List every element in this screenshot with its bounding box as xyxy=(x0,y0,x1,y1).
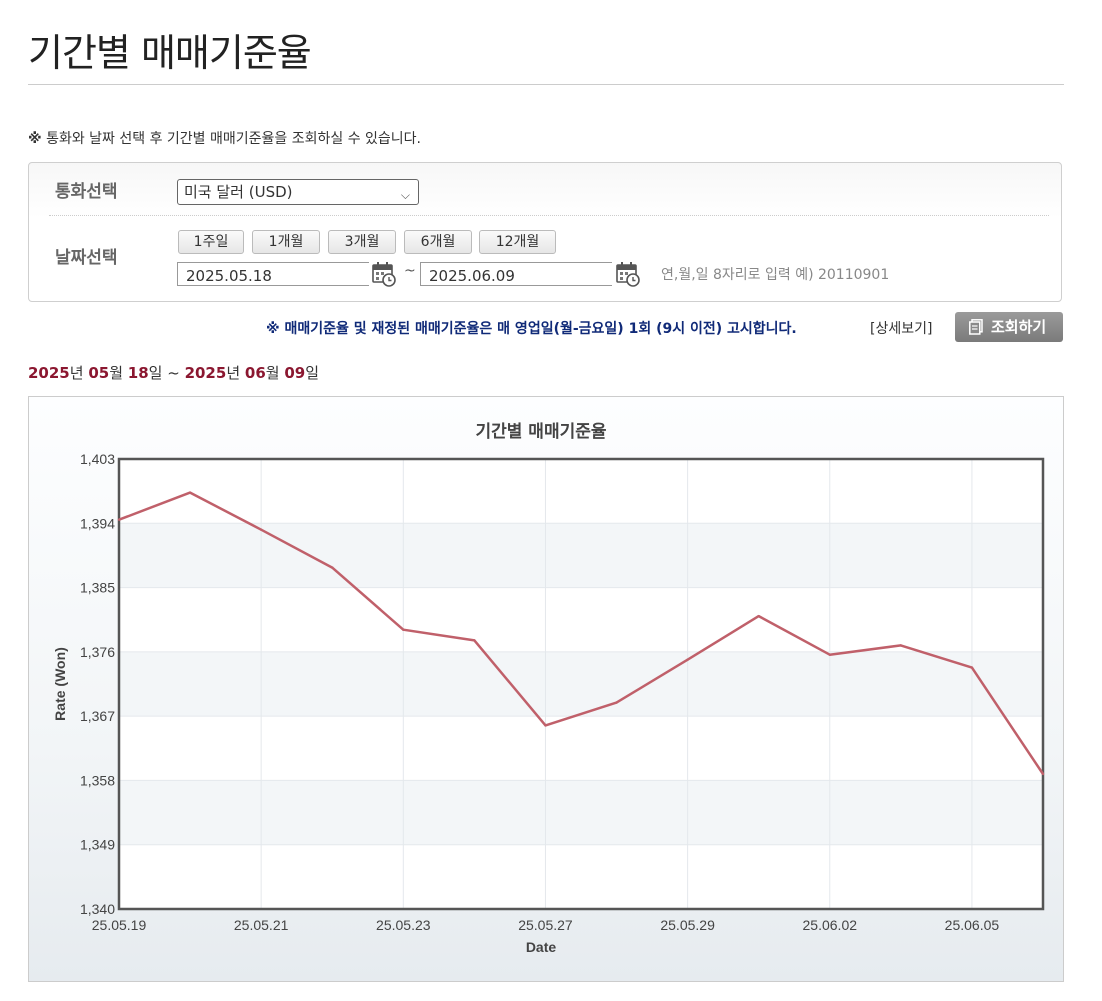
range-start-day: 18 xyxy=(127,364,149,382)
range-unit: 월 xyxy=(265,364,285,382)
range-end-day: 09 xyxy=(284,364,306,382)
data-point xyxy=(544,724,547,727)
data-point xyxy=(899,644,903,647)
range-start-month: 05 xyxy=(88,364,110,382)
data-point xyxy=(188,491,192,494)
data-point xyxy=(1041,772,1045,776)
period-button-1week[interactable]: 1주일 xyxy=(178,230,244,254)
period-button-6month[interactable]: 6개월 xyxy=(404,230,472,254)
range-display: 2025년 05월 18일 ~ 2025년 06월 09일 xyxy=(28,362,319,383)
page-title: 기간별 매매기준율 xyxy=(28,31,312,75)
currency-label: 통화선택 xyxy=(55,182,118,202)
data-point xyxy=(473,639,476,642)
y-tick-label: 1,358 xyxy=(80,772,115,788)
title-divider xyxy=(28,84,1064,85)
y-tick-label: 1,394 xyxy=(80,515,115,531)
data-point xyxy=(259,528,263,531)
date-format-hint: 연,월,일 8자리로 입력 예) 20110901 xyxy=(661,267,890,283)
y-tick-label: 1,340 xyxy=(80,901,115,917)
range-end-month: 06 xyxy=(244,364,266,382)
y-tick-label: 1,349 xyxy=(80,837,115,853)
data-point xyxy=(757,614,760,618)
document-icon xyxy=(969,319,983,335)
period-button-1month[interactable]: 1개월 xyxy=(252,230,320,254)
rate-chart-svg: 1,340 1,349 1,358 1,367 1,376 1,385 1,394 1,403… xyxy=(52,422,1045,955)
range-unit: 일 xyxy=(305,364,320,382)
calendar-icon[interactable] xyxy=(615,261,641,287)
period-button-12month[interactable]: 12개월 xyxy=(479,230,556,254)
y-tick-label: 1,385 xyxy=(80,580,115,596)
currency-select-value: 미국 달러 (USD) xyxy=(184,183,293,201)
query-button-label: 조회하기 xyxy=(991,318,1047,336)
range-unit: 년 xyxy=(69,364,89,382)
data-point xyxy=(686,658,689,661)
date-label: 날짜선택 xyxy=(55,248,118,268)
currency-select[interactable]: 미국 달러 (USD) ⌵ xyxy=(177,179,419,205)
data-point xyxy=(970,666,974,669)
range-end-year: 2025 xyxy=(184,364,227,382)
range-unit: 일 ~ xyxy=(148,364,185,382)
grid-band xyxy=(119,523,1043,588)
x-tick-label: 25.06.02 xyxy=(803,917,858,933)
y-tick-label: 1,376 xyxy=(80,644,115,660)
calendar-icon[interactable] xyxy=(371,261,397,287)
end-date-input[interactable]: 2025.06.09 xyxy=(420,262,612,286)
y-axis-label: Rate (Won) xyxy=(52,647,68,721)
grid-band xyxy=(119,780,1043,845)
x-tick-label: 25.05.21 xyxy=(234,917,289,933)
y-tick-label: 1,403 xyxy=(80,451,115,467)
notice-mark: ※ xyxy=(28,131,42,147)
search-panel: 통화선택 미국 달러 (USD) ⌵ 날짜선택 1주일 1개월 3개월 6개월 … xyxy=(28,162,1062,302)
x-tick-label: 25.05.29 xyxy=(660,917,715,933)
range-unit: 년 xyxy=(226,364,245,382)
x-tick-label: 25.05.27 xyxy=(518,917,573,933)
date-separator: ~ xyxy=(404,263,416,279)
x-tick-label: 25.06.05 xyxy=(945,917,1000,933)
y-tick-label: 1,367 xyxy=(80,708,115,724)
notice-text: 통화와 날짜 선택 후 기간별 매매기준율을 조회하실 수 있습니다. xyxy=(46,131,422,147)
start-date-input[interactable]: 2025.05.18 xyxy=(177,262,369,286)
chart-title: 기간별 매매기준율 xyxy=(475,422,606,442)
rate-chart: 1,340 1,349 1,358 1,367 1,376 1,385 1,394 1,403… xyxy=(28,396,1064,982)
data-point xyxy=(828,653,831,656)
query-button[interactable]: 조회하기 xyxy=(955,312,1063,342)
chevron-down-icon: ⌵ xyxy=(400,188,410,202)
range-unit: 월 xyxy=(109,364,128,382)
range-start-year: 2025 xyxy=(28,364,70,382)
x-tick-label: 25.05.23 xyxy=(376,917,431,933)
data-point xyxy=(615,701,618,704)
period-button-3month[interactable]: 3개월 xyxy=(328,230,396,254)
notice: ※ 통화와 날짜 선택 후 기간별 매매기준율을 조회하실 수 있습니다. xyxy=(28,128,421,148)
x-axis-label: Date xyxy=(526,939,557,955)
detail-link[interactable]: [상세보기] xyxy=(870,318,932,338)
data-point xyxy=(331,566,334,569)
grid-band xyxy=(119,651,1043,717)
announcement: ※ 매매기준율 및 재정된 매매기준율은 매 영업일(월-금요일) 1회 (9시… xyxy=(266,321,797,337)
row-divider xyxy=(49,215,1049,216)
x-tick-label: 25.05.19 xyxy=(92,917,147,933)
data-point xyxy=(402,628,405,631)
data-point xyxy=(117,518,121,521)
